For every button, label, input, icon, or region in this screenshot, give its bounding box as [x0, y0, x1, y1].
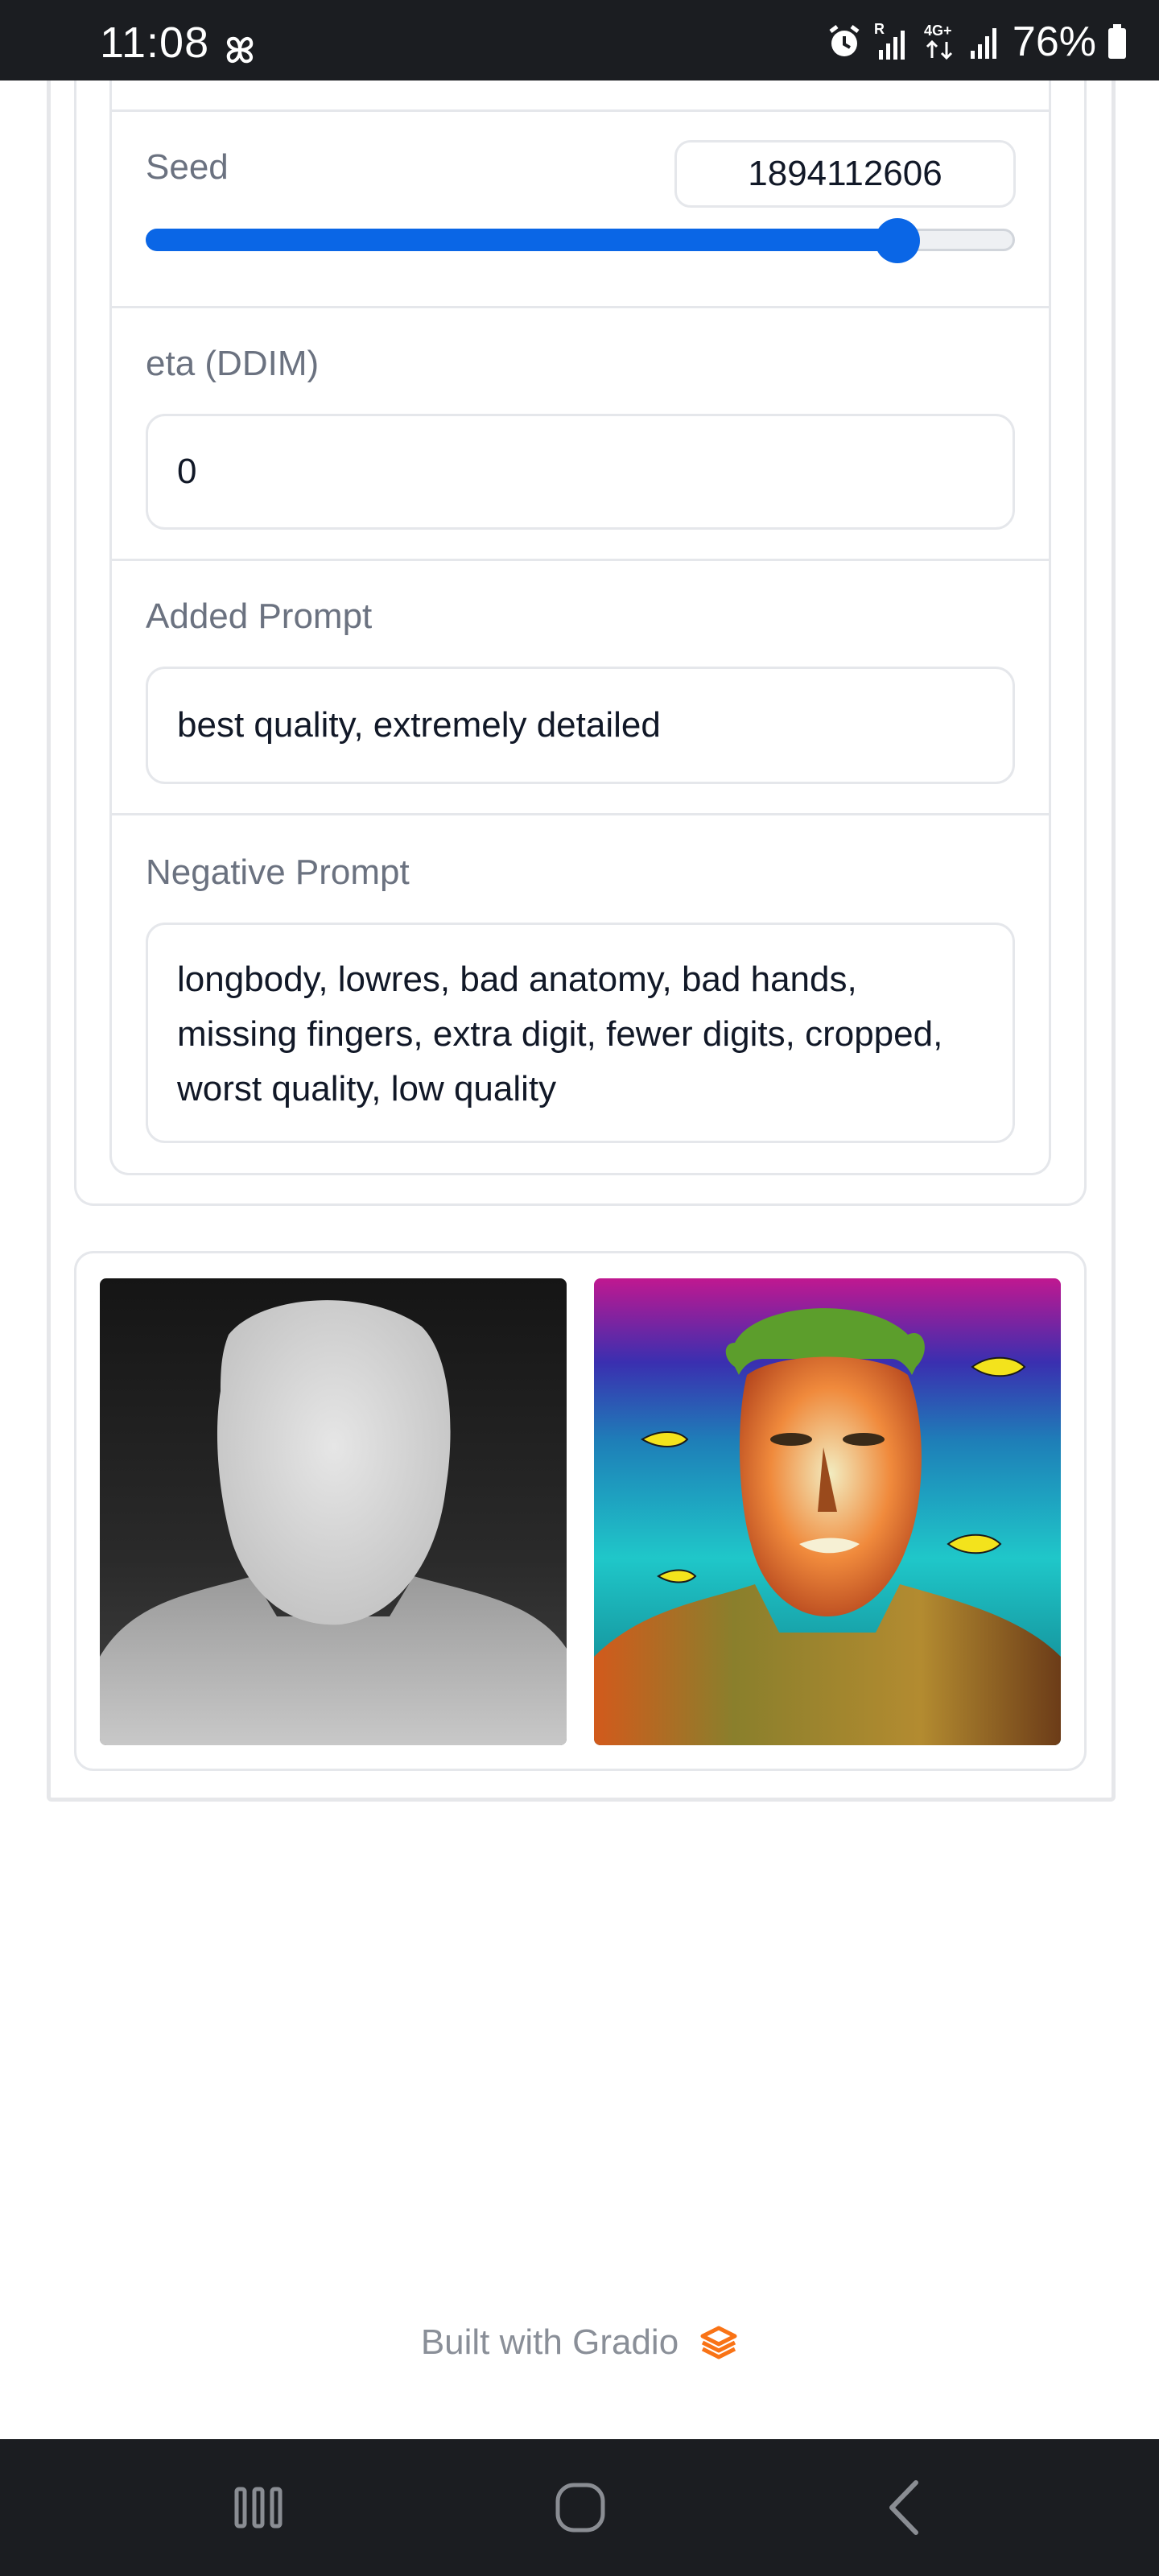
seed-label: Seed: [146, 147, 229, 187]
negative-prompt-textbox[interactable]: longbody, lowres, bad anatomy, bad hands…: [146, 923, 1015, 1143]
recent-apps-button[interactable]: [222, 2471, 295, 2544]
status-time: 11:08: [100, 19, 210, 67]
pinwheel-icon: [226, 36, 254, 64]
divider: [109, 109, 1051, 112]
seed-slider-fill: [146, 229, 898, 251]
status-icons: R 4G+ 76%: [826, 21, 1127, 63]
divider: [109, 559, 1051, 561]
battery-icon: [1108, 24, 1126, 59]
generated-underwater-portrait-image[interactable]: [594, 1278, 1061, 1745]
divider: [109, 813, 1051, 815]
divider: [109, 306, 1051, 308]
signal-icon: [970, 28, 996, 59]
battery-percent: 76%: [1012, 19, 1096, 65]
added-prompt-label: Added Prompt: [146, 597, 373, 636]
alarm-icon: [829, 25, 860, 56]
home-button[interactable]: [544, 2471, 617, 2544]
eta-input[interactable]: 0: [146, 414, 1015, 530]
negative-prompt-label: Negative Prompt: [146, 852, 410, 892]
status-bar: 11:08 R 4G+ 76%: [0, 0, 1159, 80]
depth-map-image[interactable]: [100, 1278, 567, 1745]
built-with-gradio-link[interactable]: Built with Gradio: [421, 2318, 678, 2367]
navigation-bar: [0, 2439, 1159, 2576]
seed-number-input[interactable]: 1894112606: [674, 140, 1016, 208]
eta-label: eta (DDIM): [146, 344, 320, 383]
back-button[interactable]: [869, 2471, 942, 2544]
signal-roaming-icon: R: [874, 21, 905, 60]
footer: Built with Gradio: [0, 2318, 1159, 2367]
gradio-logo-icon: [700, 2326, 737, 2359]
svg-text:R: R: [874, 21, 885, 37]
data-4g-icon: 4G+: [924, 23, 952, 60]
added-prompt-textbox[interactable]: best quality, extremely detailed: [146, 667, 1015, 784]
svg-text:4G+: 4G+: [924, 23, 952, 39]
seed-slider-thumb[interactable]: [875, 218, 921, 263]
